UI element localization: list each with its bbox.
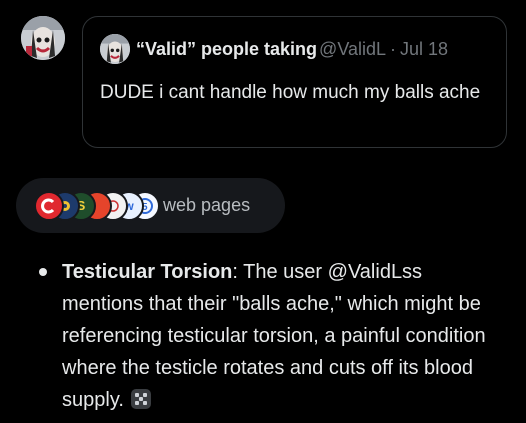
header-separator: · [390, 39, 397, 59]
citation-icon[interactable] [131, 389, 152, 409]
quoted-author-avatar[interactable] [100, 34, 130, 64]
quoted-tweet-card[interactable]: “Valid” people taking @ValidL · Jul 18 D… [82, 16, 507, 148]
cbc-news-icon [34, 190, 64, 221]
user-avatar[interactable] [21, 16, 65, 60]
quoted-tweet-header: “Valid” people taking @ValidL · Jul 18 [100, 34, 494, 64]
quoted-author-name[interactable]: “Valid” people taking [136, 35, 317, 63]
list-item: Testicular Torsion: The user @ValidLss m… [34, 256, 504, 416]
source-favicons: S w 5 [34, 190, 164, 221]
avatar-image [21, 16, 65, 60]
answer-list: Testicular Torsion: The user @ValidLss m… [34, 256, 504, 416]
list-item-text: The user @ValidLss mentions that their "… [62, 261, 486, 411]
quoted-tweet-text: DUDE i cant handle how much my balls ach… [100, 82, 481, 103]
list-item-term: Testicular Torsion [62, 261, 233, 283]
quoted-author-handle[interactable]: @ValidL [319, 35, 386, 63]
bullet-icon [39, 268, 47, 276]
quoted-tweet-date[interactable]: Jul 18 [400, 35, 448, 63]
quoted-avatar-image [100, 34, 130, 64]
web-sources-button[interactable]: S w 5 8 web pages [16, 178, 285, 233]
